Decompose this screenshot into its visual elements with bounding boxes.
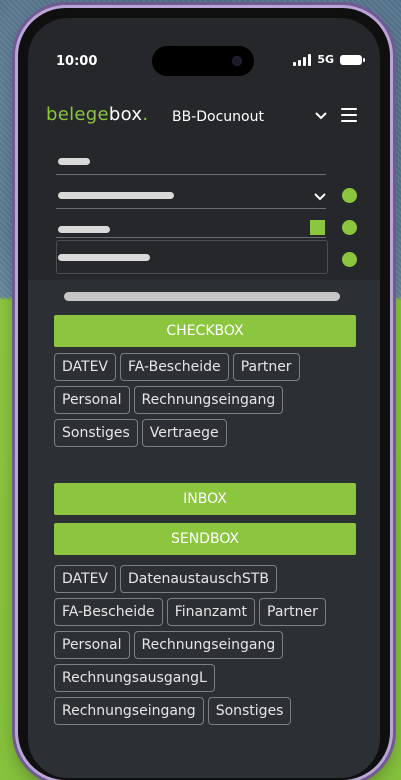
chevron-down-icon[interactable] xyxy=(313,108,329,124)
signal-icon xyxy=(293,53,312,66)
dynamic-island xyxy=(152,46,254,76)
tag-chip[interactable]: FA-Bescheide xyxy=(54,598,163,626)
tag-chip[interactable]: DATEV xyxy=(54,565,116,593)
status-dot xyxy=(342,188,357,203)
select-underline xyxy=(56,208,326,209)
battery-icon xyxy=(340,54,365,65)
status-bar: 10:00 5G xyxy=(28,18,380,76)
input-placeholder xyxy=(58,254,150,261)
field-underline xyxy=(56,174,326,175)
tag-chip[interactable]: Finanzamt xyxy=(166,598,255,626)
filter-form xyxy=(28,136,380,278)
chevron-down-icon[interactable] xyxy=(313,190,327,204)
tag-chip[interactable]: Partner xyxy=(232,353,300,381)
tag-chip[interactable]: Personal xyxy=(54,386,130,414)
logo-dot: . xyxy=(142,104,149,125)
checkbox-square[interactable] xyxy=(310,220,325,235)
tag-chip[interactable]: Rechnungseingang xyxy=(54,697,204,725)
network-label: 5G xyxy=(317,53,334,66)
tag-chip[interactable]: RechnungsausgangL xyxy=(54,664,215,692)
status-time: 10:00 xyxy=(56,54,98,69)
tag-chip[interactable]: Personal xyxy=(54,631,130,659)
inbox-button[interactable]: INBOX xyxy=(54,483,356,515)
workspace-name[interactable]: BB-Docunout xyxy=(172,109,264,125)
app-header: belegebox. BB-Docunout xyxy=(28,96,380,136)
tag-chip[interactable]: Sonstiges xyxy=(54,419,138,447)
field-placeholder xyxy=(58,226,110,233)
tag-chip[interactable]: Sonstiges xyxy=(207,697,292,725)
app-screen: 10:00 5G belegebox. BB-Docunout CHECKBOX… xyxy=(28,18,380,778)
tag-chip[interactable]: FA-Bescheide xyxy=(120,353,229,381)
status-dot xyxy=(342,220,357,235)
tag-chip[interactable]: Rechnungseingang xyxy=(133,631,284,659)
checkbox-tag-list: DATEV FA-Bescheide Partner Personal Rech… xyxy=(54,353,364,447)
sendbox-button[interactable]: SENDBOX xyxy=(54,523,356,555)
belegebox-logo[interactable]: belegebox. xyxy=(46,104,148,125)
tag-chip[interactable]: DATEV xyxy=(54,353,116,381)
field-underline xyxy=(56,237,326,238)
scrollbar[interactable] xyxy=(64,292,340,301)
tag-chip[interactable]: Vertraege xyxy=(141,419,227,447)
tag-chip[interactable]: Rechnungseingang xyxy=(133,386,284,414)
logo-text-part1: belege xyxy=(46,104,109,125)
hamburger-menu-icon[interactable] xyxy=(341,108,357,122)
sendbox-tag-list: DATEV DatenaustauschSTB FA-Bescheide Fin… xyxy=(54,565,364,725)
tag-chip[interactable]: DatenaustauschSTB xyxy=(120,565,277,593)
checkbox-button[interactable]: CHECKBOX xyxy=(54,315,356,347)
phone-frame: 10:00 5G belegebox. BB-Docunout CHECKBOX… xyxy=(18,8,390,780)
field-label-placeholder xyxy=(58,158,90,165)
tag-chip[interactable]: Partner xyxy=(259,598,326,626)
camera-icon xyxy=(232,56,242,66)
select-placeholder[interactable] xyxy=(58,192,174,199)
status-indicators: 5G xyxy=(293,53,365,66)
content-panel: CHECKBOX DATEV FA-Bescheide Partner Pers… xyxy=(28,280,380,778)
status-dot xyxy=(342,252,357,267)
logo-text-part2: box xyxy=(108,104,143,125)
